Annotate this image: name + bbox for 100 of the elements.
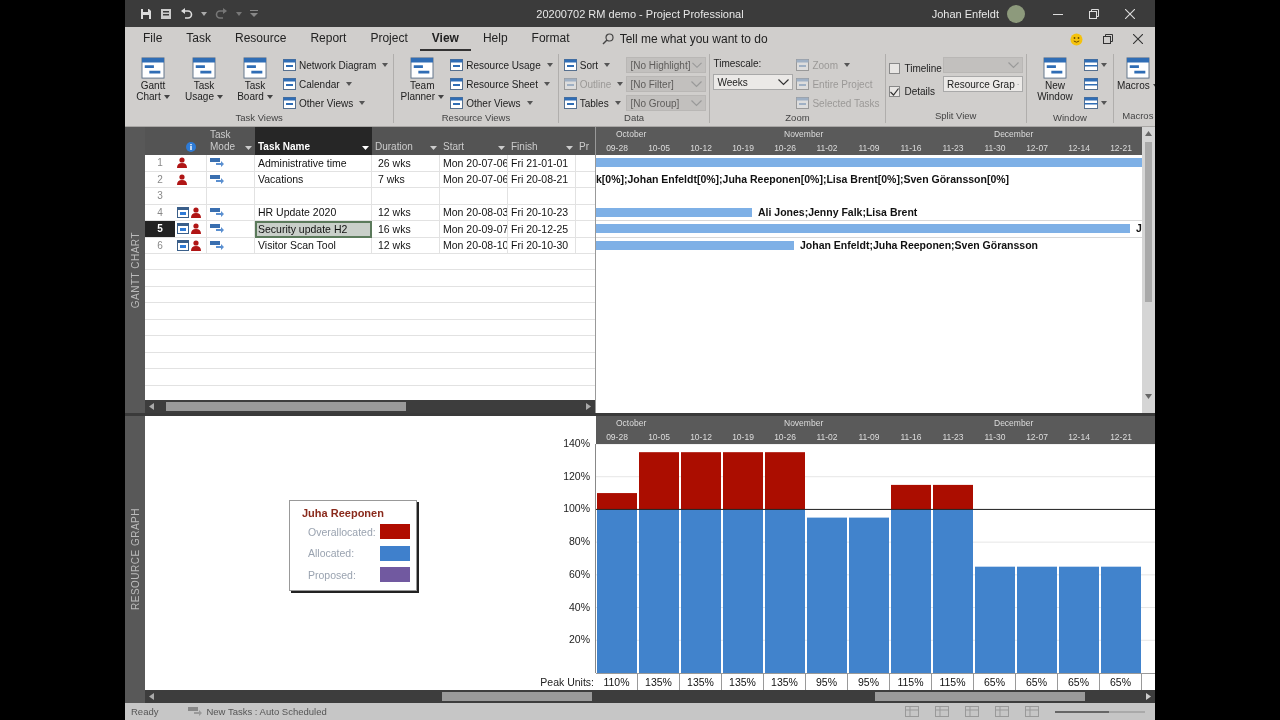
month-label: November bbox=[784, 129, 824, 139]
axis-label: 120% bbox=[563, 469, 590, 482]
row-number[interactable]: 5 bbox=[145, 221, 175, 238]
scroll-thumb[interactable] bbox=[166, 402, 406, 411]
tell-me-field[interactable]: Tell me what you want to do bbox=[601, 32, 820, 46]
column-header[interactable]: Duration bbox=[372, 127, 440, 155]
ribbon-button[interactable]: Task Board bbox=[230, 56, 280, 103]
person-icon bbox=[177, 173, 187, 185]
save-icon[interactable] bbox=[140, 7, 152, 20]
restore-icon[interactable] bbox=[1089, 8, 1099, 19]
undo-icon[interactable] bbox=[180, 7, 193, 20]
window-icon bbox=[1083, 59, 1098, 71]
week-label: 10-26 bbox=[774, 143, 796, 153]
menu-tab[interactable]: File bbox=[131, 27, 175, 51]
dropdown-field[interactable]: Weeks bbox=[713, 74, 794, 90]
ribbon-button[interactable]: Task Usage bbox=[179, 56, 229, 103]
menu-tab[interactable]: Report bbox=[298, 27, 359, 51]
month-label: December bbox=[994, 418, 1034, 428]
scroll-thumb[interactable] bbox=[1145, 142, 1152, 302]
user-avatar[interactable] bbox=[1007, 4, 1025, 23]
ribbon-button[interactable]: Network Diagram bbox=[281, 56, 391, 74]
smiley-icon[interactable] bbox=[1070, 32, 1083, 46]
ribbon-button[interactable]: Calendar bbox=[281, 75, 391, 93]
vertical-scrollbar[interactable] bbox=[1142, 127, 1155, 413]
window-icon bbox=[1083, 97, 1098, 109]
column-header[interactable]: Pr bbox=[576, 127, 596, 155]
scroll-right-icon[interactable] bbox=[1146, 693, 1151, 700]
overallocated-bar bbox=[891, 484, 931, 510]
close-icon[interactable] bbox=[1133, 34, 1143, 44]
row-number[interactable]: 3 bbox=[145, 188, 175, 205]
column-header[interactable]: Task Name bbox=[255, 127, 372, 155]
menu-tab[interactable]: View bbox=[419, 27, 471, 51]
dropdown-field[interactable]: Resource Grap bbox=[942, 76, 1023, 92]
menu-tab[interactable]: Help bbox=[470, 27, 520, 51]
scroll-down-icon[interactable] bbox=[1145, 394, 1152, 399]
menu-tab[interactable]: Project bbox=[358, 27, 420, 51]
week-label: 11-16 bbox=[900, 143, 922, 153]
zoom-slider[interactable] bbox=[1055, 710, 1145, 713]
menu-tab[interactable]: Task bbox=[174, 27, 224, 51]
week-label: 10-12 bbox=[690, 143, 712, 153]
checkbox-label[interactable]: Details bbox=[904, 86, 936, 97]
table-cell: Mon 20-09-07 bbox=[440, 221, 508, 238]
window-title: 20200702 RM demo - Project Professional bbox=[536, 7, 744, 20]
menu-tab[interactable]: Format bbox=[519, 27, 582, 51]
checkbox-label[interactable]: Timeline bbox=[904, 63, 942, 74]
table-cell: Visitor Scan Tool bbox=[255, 237, 372, 254]
legend-title: Juha Reeponen bbox=[302, 507, 385, 519]
table-cell: Fri 20-08-21 bbox=[508, 171, 576, 188]
user-name: Johan Enfeldt bbox=[931, 7, 999, 20]
menu-tab[interactable]: Resource bbox=[223, 27, 299, 51]
task-bar[interactable] bbox=[596, 207, 752, 217]
ribbon-button[interactable]: Team Planner bbox=[397, 56, 448, 103]
scroll-left-icon[interactable] bbox=[149, 403, 154, 410]
ribbon-button[interactable]: New Window bbox=[1029, 56, 1080, 103]
column-header[interactable]: Finish bbox=[508, 127, 576, 155]
row-number[interactable]: 1 bbox=[145, 155, 175, 172]
scroll-thumb[interactable] bbox=[875, 692, 1085, 701]
ribbon-button[interactable]: Tables bbox=[561, 94, 626, 112]
week-label: 10-12 bbox=[690, 432, 712, 442]
week-label: 11-09 bbox=[858, 143, 880, 153]
ribbon-button[interactable]: Sort bbox=[561, 56, 626, 74]
ribbon-button[interactable]: Other Views bbox=[448, 94, 555, 112]
horizontal-scrollbar[interactable] bbox=[145, 400, 595, 413]
horizontal-scrollbar[interactable] bbox=[145, 690, 596, 703]
scroll-up-icon[interactable] bbox=[1145, 131, 1152, 136]
scroll-right-icon[interactable] bbox=[586, 403, 591, 410]
week-label: 12-07 bbox=[1026, 432, 1048, 442]
horizontal-scrollbar[interactable] bbox=[596, 690, 1155, 703]
scroll-thumb[interactable] bbox=[442, 692, 592, 701]
restore-icon[interactable] bbox=[1103, 34, 1113, 44]
scroll-left-icon[interactable] bbox=[149, 693, 154, 700]
window-icon bbox=[796, 97, 810, 109]
legend-label: Overallocated: bbox=[308, 525, 376, 538]
task-bar[interactable] bbox=[596, 240, 794, 250]
checkbox[interactable] bbox=[888, 86, 900, 97]
ribbon-button[interactable]: Other Views bbox=[281, 94, 391, 112]
ribbon-button[interactable]: Macros bbox=[1116, 56, 1155, 92]
checkbox[interactable] bbox=[888, 63, 900, 74]
status-text[interactable]: New Tasks : Auto Scheduled bbox=[206, 706, 327, 717]
redo-icon[interactable] bbox=[215, 7, 228, 20]
table-cell bbox=[372, 188, 440, 205]
window-icon bbox=[796, 59, 810, 71]
ribbon-button[interactable]: Gantt Chart bbox=[128, 56, 178, 103]
group-label: Resource Views bbox=[440, 112, 512, 123]
legend-label: Proposed: bbox=[308, 568, 356, 581]
column-header[interactable]: Task Mode bbox=[207, 127, 255, 155]
week-label: 11-16 bbox=[900, 432, 922, 442]
ribbon-button[interactable]: Resource Sheet bbox=[448, 75, 555, 93]
document-icon[interactable] bbox=[160, 7, 172, 20]
week-label: 09-28 bbox=[606, 432, 628, 442]
table-cell: Vacations bbox=[255, 171, 372, 188]
overallocated-bar bbox=[639, 452, 679, 510]
table-cell: Fri 20-10-23 bbox=[508, 204, 576, 221]
column-header[interactable]: Start bbox=[440, 127, 508, 155]
customize-icon[interactable] bbox=[250, 10, 258, 17]
view-label: GANTT CHART bbox=[129, 232, 141, 309]
calendar-icon bbox=[177, 239, 189, 251]
ribbon-button[interactable]: Resource Usage bbox=[448, 56, 555, 74]
person-icon bbox=[191, 223, 201, 235]
auto-schedule-icon bbox=[210, 224, 224, 234]
